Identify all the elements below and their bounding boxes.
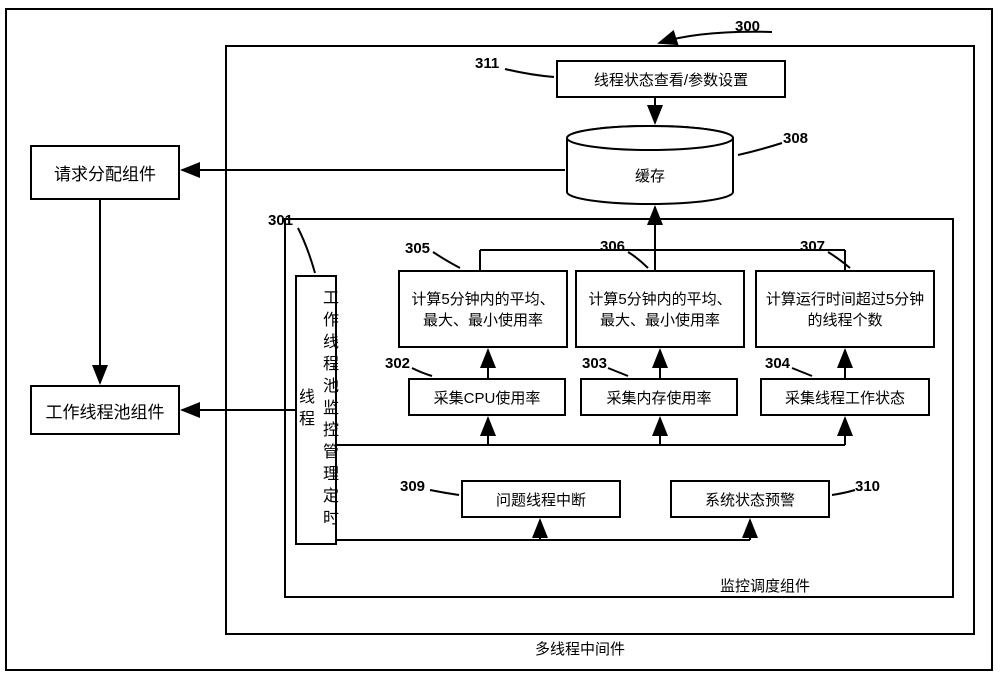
- view-params-box: 线程状态查看/参数设置: [556, 60, 786, 98]
- ref-306: 306: [600, 238, 625, 255]
- monitor-thread-box: 工作线程池监控管理定时线程: [295, 275, 337, 545]
- request-allocation-box: 请求分配组件: [30, 145, 180, 200]
- ref-300: 300: [735, 18, 760, 35]
- collect-mem-label: 采集内存使用率: [606, 387, 711, 408]
- collect-cpu-box: 采集CPU使用率: [408, 378, 566, 416]
- ref-310: 310: [855, 478, 880, 495]
- cache-label: 缓存: [565, 165, 735, 186]
- ref-305: 305: [405, 240, 430, 257]
- ref-302: 302: [385, 355, 410, 372]
- outer-caption: 多线程中间件: [535, 638, 625, 659]
- ref-311: 311: [475, 55, 499, 72]
- monitor-thread-label: 工作线程池监控管理定时线程: [292, 281, 340, 539]
- system-alert-box: 系统状态预警: [670, 480, 830, 518]
- view-params-label: 线程状态查看/参数设置: [594, 69, 748, 90]
- system-alert-label: 系统状态预警: [705, 489, 795, 510]
- calc-thread-box: 计算运行时间超过5分钟的线程个数: [755, 270, 935, 348]
- collect-cpu-label: 采集CPU使用率: [434, 387, 541, 408]
- ref-307: 307: [800, 238, 825, 255]
- collect-thread-box: 采集线程工作状态: [760, 378, 930, 416]
- problem-interrupt-box: 问题线程中断: [461, 480, 621, 518]
- collect-thread-label: 采集线程工作状态: [785, 387, 905, 408]
- inner-caption: 监控调度组件: [720, 575, 810, 596]
- ref-309: 309: [400, 478, 425, 495]
- ref-303: 303: [582, 355, 607, 372]
- thread-pool-box: 工作线程池组件: [30, 385, 180, 435]
- ref-304: 304: [765, 355, 790, 372]
- collect-mem-box: 采集内存使用率: [580, 378, 738, 416]
- ref-308: 308: [783, 130, 808, 147]
- calc-cpu-label: 计算5分钟内的平均、最大、最小使用率: [404, 288, 562, 330]
- calc-thread-label: 计算运行时间超过5分钟的线程个数: [761, 288, 929, 330]
- cache-cylinder: 缓存: [565, 125, 735, 205]
- request-label: 请求分配组件: [54, 160, 156, 185]
- calc-mem-box: 计算5分钟内的平均、最大、最小使用率: [575, 270, 745, 348]
- calc-cpu-box: 计算5分钟内的平均、最大、最小使用率: [398, 270, 568, 348]
- ref-301: 301: [268, 212, 293, 229]
- problem-interrupt-label: 问题线程中断: [496, 489, 586, 510]
- calc-mem-label: 计算5分钟内的平均、最大、最小使用率: [581, 288, 739, 330]
- threadpool-label: 工作线程池组件: [46, 398, 165, 423]
